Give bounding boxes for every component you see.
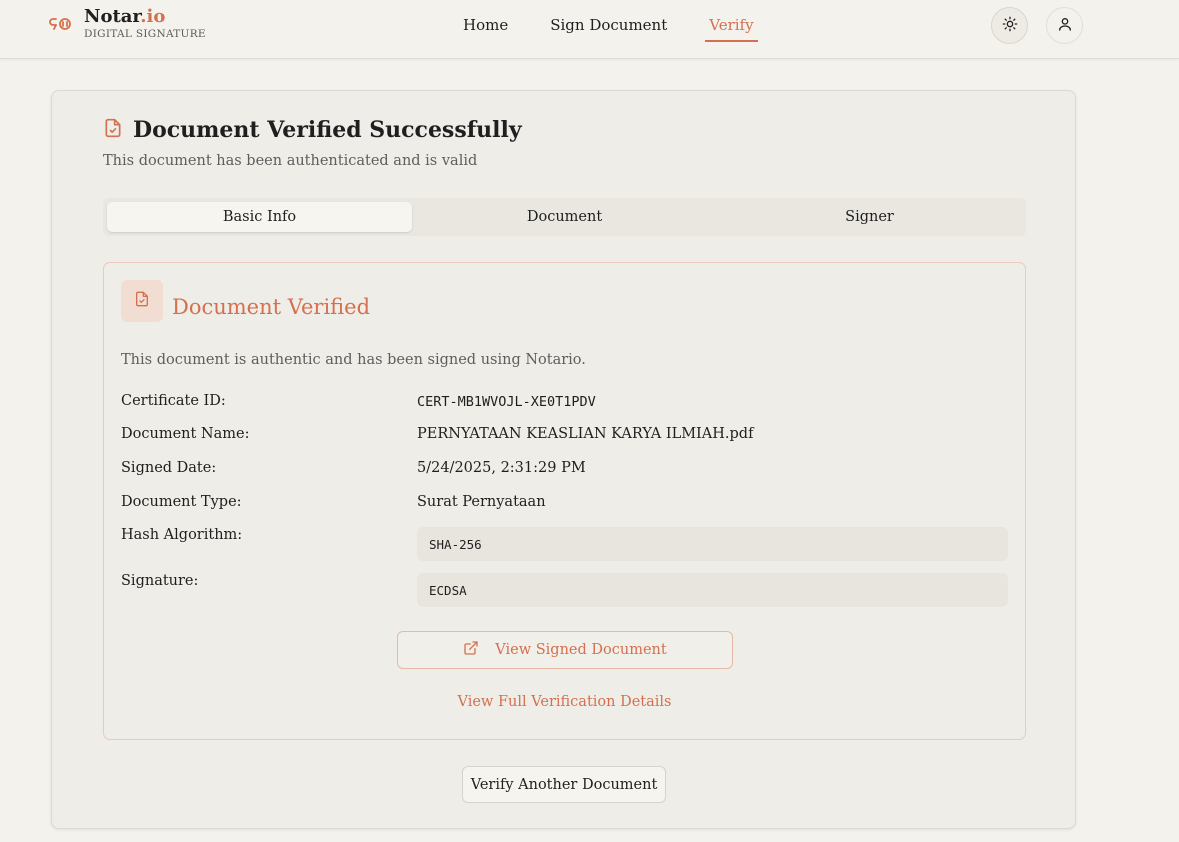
field-label: Certificate ID: [121, 393, 226, 409]
user-icon [1057, 16, 1073, 36]
document-name-value: PERNYATAAN KEASLIAN KARYA ILMIAH.pdf [417, 426, 754, 442]
field-label: Document Type: [121, 494, 242, 510]
verify-another-button[interactable]: Verify Another Document [462, 766, 666, 803]
tab-bar: Basic Info Document Signer [103, 198, 1026, 236]
hash-algorithm-value: SHA-256 [417, 527, 1008, 561]
main-nav: Home Sign Document Verify [463, 16, 758, 42]
field-label: Signature: [121, 573, 199, 589]
signature-value: ECDSA [417, 573, 1008, 607]
file-check-icon [134, 291, 150, 311]
tab-document[interactable]: Document [412, 202, 717, 232]
verified-title: Document Verified [172, 295, 371, 319]
notario-logo-icon [48, 12, 74, 36]
theme-toggle-button[interactable] [991, 7, 1028, 44]
view-signed-document-button[interactable]: View Signed Document [397, 631, 733, 669]
sun-icon [1002, 16, 1018, 36]
page-title: Document Verified Successfully [133, 117, 522, 143]
logo[interactable]: Notar.io DIGITAL SIGNATURE [48, 8, 206, 40]
app-name: Notar.io [84, 6, 166, 27]
nav-verify[interactable]: Verify [705, 16, 758, 42]
tab-signer[interactable]: Signer [717, 202, 1022, 232]
field-label: Hash Algorithm: [121, 527, 243, 543]
field-label: Document Name: [121, 426, 250, 442]
view-signed-document-label: View Signed Document [495, 642, 667, 658]
card-header: Document Verified Successfully [103, 117, 522, 143]
nav-sign-document[interactable]: Sign Document [550, 16, 667, 34]
external-link-icon [463, 640, 479, 660]
nav-home[interactable]: Home [463, 16, 508, 34]
signed-date-value: 5/24/2025, 2:31:29 PM [417, 460, 586, 476]
app-subtitle: DIGITAL SIGNATURE [84, 28, 206, 40]
page-description: This document has been authenticated and… [103, 153, 478, 169]
top-header: Notar.io DIGITAL SIGNATURE Home Sign Doc… [0, 0, 1179, 59]
file-check-icon [103, 117, 123, 143]
certificate-id-value: CERT-MB1WVOJL-XE0T1PDV [417, 394, 596, 410]
tab-basic-info[interactable]: Basic Info [107, 202, 412, 232]
verified-badge [121, 280, 163, 322]
view-full-details-link[interactable]: View Full Verification Details [104, 694, 1025, 710]
verification-card: Document Verified Successfully This docu… [51, 90, 1076, 829]
verified-description: This document is authentic and has been … [121, 352, 586, 368]
user-menu-button[interactable] [1046, 7, 1083, 44]
field-label: Signed Date: [121, 460, 217, 476]
verified-panel: Document Verified This document is authe… [103, 262, 1026, 740]
document-type-value: Surat Pernyataan [417, 494, 546, 510]
